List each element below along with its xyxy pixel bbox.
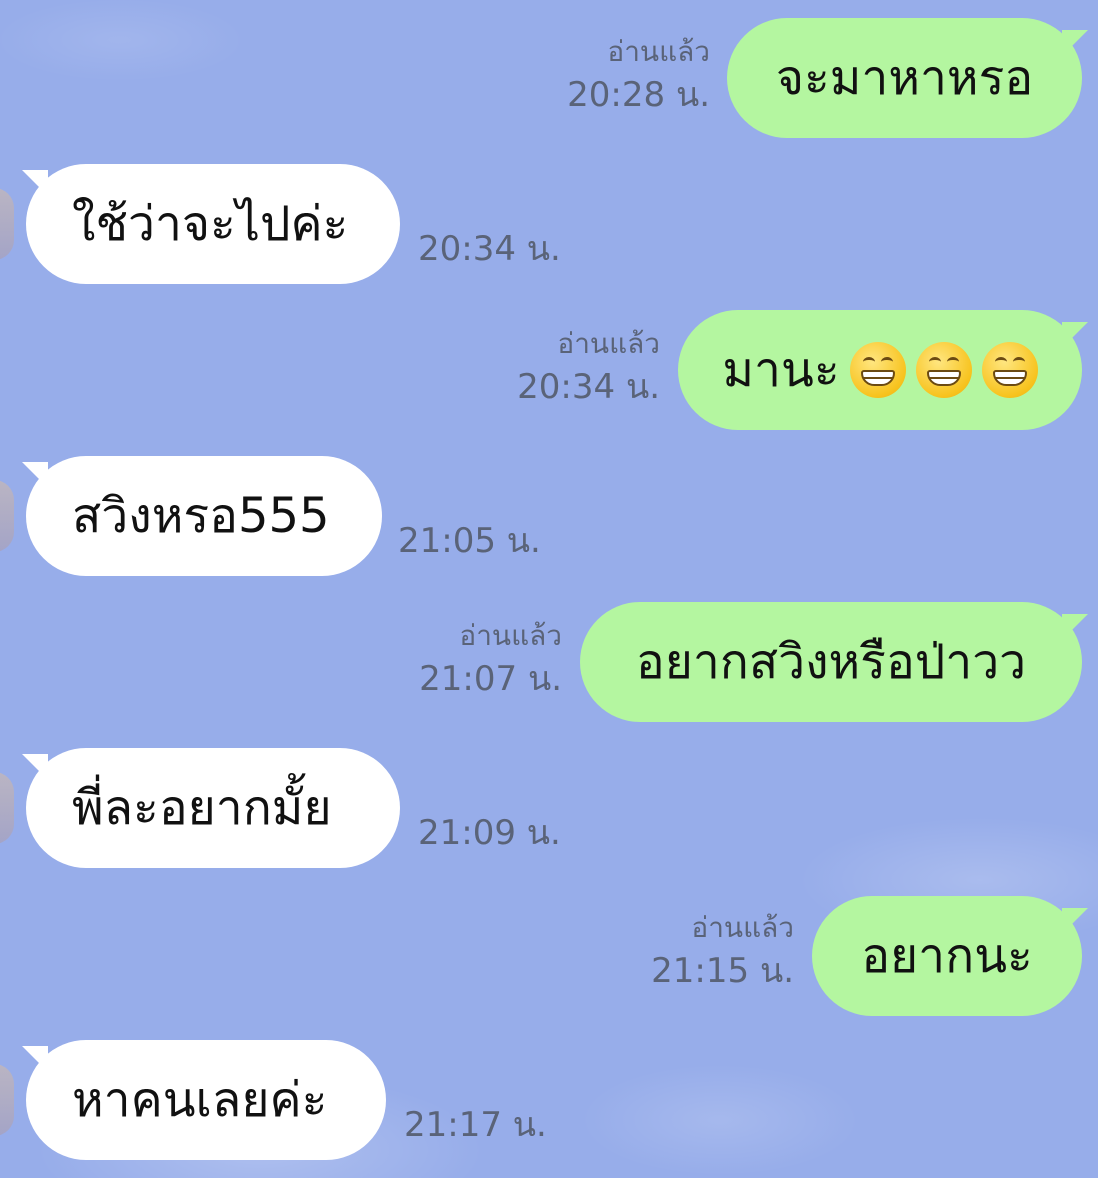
message-text: อยากสวิงหรือป่าวว [635,634,1027,690]
message-meta: อ่านแล้ว 21:15 น. [644,911,794,991]
message-time: 20:28 น. [567,75,710,115]
message-text: ใช้ว่าจะไปค่ะ [72,196,349,252]
message-meta: อ่านแล้ว 20:28 น. [560,35,710,115]
bubble-tail [1062,322,1088,348]
message-text: อยากนะ [861,928,1033,984]
outgoing-message-bubble[interactable]: อยากนะ [812,896,1082,1016]
bubble-tail [1062,908,1088,934]
message-meta: 21:09 น. [418,816,561,850]
bubble-tail [1062,614,1088,640]
message-time: 21:17 น. [404,1105,547,1145]
grinning-face-icon [981,342,1038,398]
grinning-face-icon [915,342,972,398]
message-text: พี่ละอยากมั้ย [72,780,332,836]
message-time: 21:09 น. [418,813,561,853]
message-meta: อ่านแล้ว 21:07 น. [412,619,562,699]
outgoing-message-bubble[interactable]: อยากสวิงหรือป่าวว [580,602,1082,722]
outgoing-message-bubble[interactable]: มานะ [678,310,1082,430]
read-receipt: อ่านแล้ว [607,35,710,68]
read-receipt: อ่านแล้ว [691,911,794,944]
message-meta: 21:05 น. [398,524,541,558]
read-receipt: อ่านแล้ว [459,619,562,652]
outgoing-message-bubble[interactable]: จะมาหาหรอ [727,18,1082,138]
read-receipt: อ่านแล้ว [557,327,660,360]
message-time: 21:07 น. [419,659,562,699]
grinning-face-icon [849,342,906,398]
message-time: 20:34 น. [517,367,660,407]
message-meta: 21:17 น. [404,1108,547,1142]
incoming-message-bubble[interactable]: ใช้ว่าจะไปค่ะ [26,164,400,284]
message-meta: อ่านแล้ว 20:34 น. [510,327,660,407]
message-text: สวิงหรอ555 [72,488,330,544]
message-text: มานะ [722,342,840,398]
message-text: หาคนเลยค่ะ [72,1072,328,1128]
message-time: 21:05 น. [398,521,541,561]
bubble-tail [1062,30,1088,56]
incoming-message-bubble[interactable]: พี่ละอยากมั้ย [26,748,400,868]
message-time: 21:15 น. [651,951,794,991]
message-meta: 20:34 น. [418,232,561,266]
incoming-message-bubble[interactable]: สวิงหรอ555 [26,456,382,576]
message-time: 20:34 น. [418,229,561,269]
message-text: จะมาหาหรอ [775,50,1034,106]
incoming-message-bubble[interactable]: หาคนเลยค่ะ [26,1040,386,1160]
